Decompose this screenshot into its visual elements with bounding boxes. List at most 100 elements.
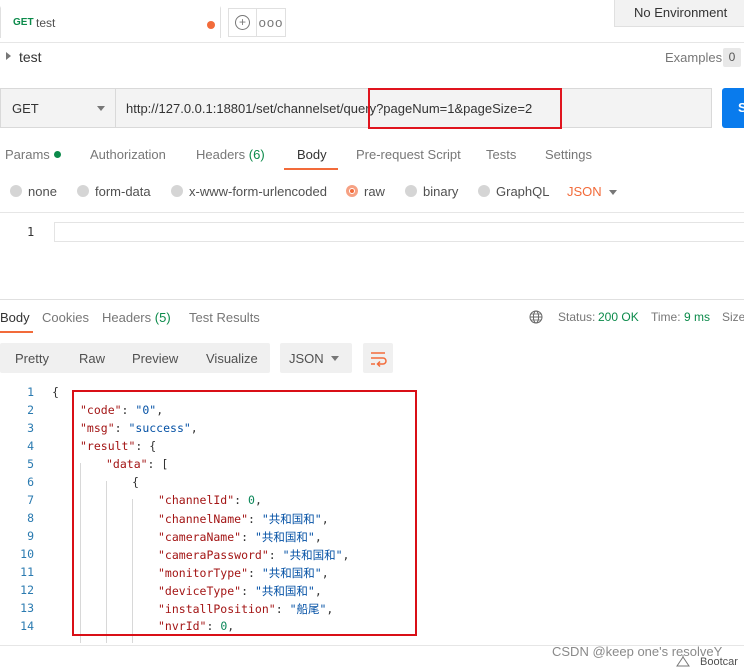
tab-headers[interactable]: Headers (6) [196,147,265,162]
plus-icon: + [235,15,250,30]
radio-none-label[interactable]: none [28,184,57,199]
line-number: 8 [27,511,34,525]
response-format-select[interactable]: JSON [280,343,352,373]
more-tabs-button[interactable]: ooo [257,8,286,37]
unsaved-dot-icon [207,21,215,29]
tab-name-label: test [36,16,56,30]
radio-binary-label[interactable]: binary [423,184,458,199]
tab-params[interactable]: Params [5,147,61,162]
watermark-text: CSDN @keep one's resolveY [552,644,723,659]
status-label: Status: [558,310,596,324]
line-number: 13 [20,601,34,615]
method-label: GET [12,101,39,116]
request-tabs: Params Authorization Headers (6) Body Pr… [0,141,744,171]
line-number: 1 [27,225,35,239]
line-number: 6 [27,475,34,489]
radio-form-data[interactable] [77,185,89,197]
response-highlight-box [72,390,417,636]
request-name-row: test Examples 0 [0,44,744,72]
chevron-down-icon[interactable] [609,190,617,195]
tab-headers-label: Headers [196,147,246,162]
response-tab-test-results[interactable]: Test Results [189,310,260,325]
view-mode-segment: Pretty Raw Preview Visualize [0,343,270,373]
radio-form-data-label[interactable]: form-data [95,184,151,199]
response-tab-headers[interactable]: Headers (5) [102,310,171,325]
line-number: 7 [27,493,34,507]
active-response-tab-indicator [0,331,33,333]
line-number: 9 [27,529,34,543]
radio-urlencoded-label[interactable]: x-www-form-urlencoded [189,184,327,199]
divider [0,299,744,300]
tab-body[interactable]: Body [297,147,327,162]
response-tabs: Body Cookies Headers (5) Test Results St… [0,304,744,334]
examples-button[interactable]: Examples [665,50,722,65]
examples-count-badge: 0 [723,48,741,67]
tab-authorization[interactable]: Authorization [90,147,166,162]
tab-strip: GET test + ooo No Environment [0,0,744,43]
body-language-select[interactable]: JSON [567,184,602,199]
active-tab-indicator [284,168,338,170]
active-line-highlight [54,222,744,242]
bootcamp-icon[interactable] [676,655,690,667]
radio-binary[interactable] [405,185,417,197]
line-number: 12 [20,583,34,597]
response-format-label: JSON [289,351,324,366]
response-toolbar: Pretty Raw Preview Visualize JSON [0,343,744,373]
tab-settings[interactable]: Settings [545,147,592,162]
ellipsis-icon: ooo [258,15,284,30]
status-value[interactable]: 200 OK [598,310,639,324]
radio-urlencoded[interactable] [171,185,183,197]
view-raw-button[interactable]: Raw [79,351,105,366]
request-title[interactable]: test [19,49,42,65]
bootcamp-button[interactable]: Bootcar [700,656,738,668]
tab-params-label: Params [5,147,50,162]
radio-graphql[interactable] [478,185,490,197]
response-headers-count: (5) [154,310,171,325]
globe-icon[interactable] [529,310,543,324]
line-number: 11 [20,565,34,579]
view-visualize-button[interactable]: Visualize [206,351,258,366]
send-button[interactable]: S [722,88,744,128]
chevron-down-icon [331,356,339,361]
request-body-editor[interactable]: 1 [0,214,744,300]
url-query-highlight-box [368,88,562,129]
params-active-dot-icon [53,151,61,158]
json-punctuation: { [52,385,59,399]
view-pretty-button[interactable]: Pretty [15,351,49,366]
code-text: { [52,385,59,399]
response-tab-cookies[interactable]: Cookies [42,310,89,325]
request-tab-test[interactable]: GET test [0,6,221,38]
caret-right-icon[interactable] [6,52,11,60]
environment-select[interactable]: No Environment [614,0,744,27]
time-label: Time: [651,310,681,324]
line-number: 1 [27,385,34,399]
size-label: Size [722,310,744,324]
radio-raw-label[interactable]: raw [364,184,385,199]
tab-method-label: GET [13,17,34,28]
tab-tests[interactable]: Tests [486,147,516,162]
headers-count: (6) [248,147,265,162]
new-tab-button[interactable]: + [228,8,257,37]
wrap-lines-button[interactable] [363,343,393,373]
method-select[interactable]: GET [0,88,116,128]
time-value[interactable]: 9 ms [684,310,710,324]
line-number: 14 [20,619,34,633]
tab-prerequest-script[interactable]: Pre-request Script [356,147,461,162]
send-label: S [738,100,744,115]
wrap-lines-icon [371,352,387,368]
response-headers-label: Headers [102,310,152,325]
environment-label: No Environment [634,5,728,20]
line-number: 3 [27,421,34,435]
body-type-selector: none form-data x-www-form-urlencoded raw… [0,180,744,204]
chevron-down-icon [97,106,105,111]
line-number: 5 [27,457,34,471]
radio-raw[interactable] [346,185,358,197]
radio-graphql-label[interactable]: GraphQL [496,184,549,199]
line-number: 10 [20,547,34,561]
radio-none[interactable] [10,185,22,197]
line-number: 4 [27,439,34,453]
divider [0,212,744,213]
response-tab-body[interactable]: Body [0,310,30,325]
view-preview-button[interactable]: Preview [132,351,178,366]
line-number: 2 [27,403,34,417]
